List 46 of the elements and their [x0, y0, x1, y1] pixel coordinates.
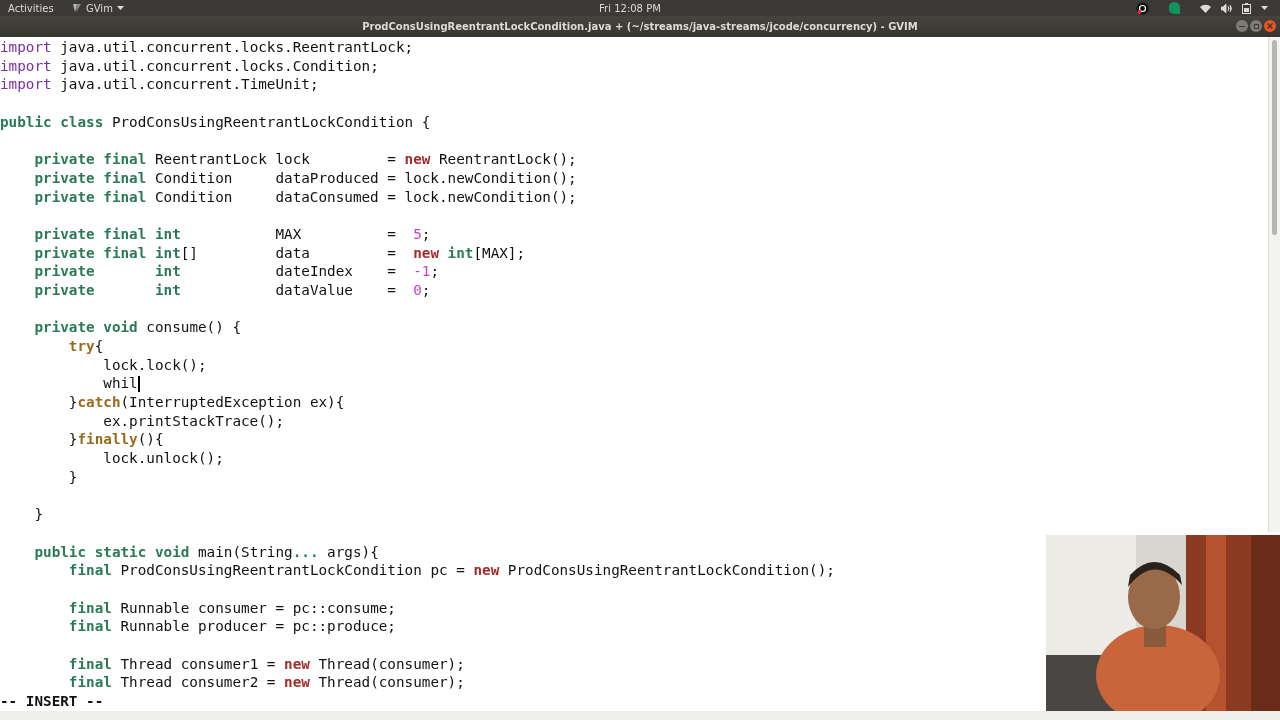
code-line: private int dataValue = 0;	[33, 280, 431, 300]
code-line: }	[67, 467, 78, 487]
caret-icon	[116, 5, 124, 11]
code-line: final Thread consumer1 = new Thread(consumer);	[67, 654, 465, 674]
code-line: public static void main(String... args){	[33, 542, 379, 562]
minimize-button[interactable]	[1236, 20, 1248, 32]
code-line: try{	[67, 337, 104, 356]
close-icon	[1267, 23, 1273, 29]
code-line: final ProdConsUsingReentrantLockCondition pc = new ProdConsUsingReentrantLockCondition();	[67, 561, 835, 580]
vim-logo-icon	[72, 3, 82, 13]
code-line: final Runnable consumer = pc::consume;	[67, 598, 396, 618]
code-line: private void consume() {	[33, 318, 242, 337]
code-line: final Thread consumer2 = new Thread(consumer);	[67, 673, 465, 693]
code-line: private final int MAX = 5;	[33, 224, 431, 244]
maximize-button[interactable]	[1250, 20, 1262, 32]
activities-button[interactable]: Activities	[8, 0, 68, 16]
code-line: lock.unlock();	[102, 449, 224, 468]
code-line: import java.util.concurrent.locks.Condition;	[0, 56, 379, 76]
code-line: lock.lock();	[102, 355, 207, 375]
code-line: import java.util.concurrent.locks.ReentrantLock;	[0, 38, 414, 57]
code-line: public class ProdConsUsingReentrantLockCondition {	[0, 112, 431, 132]
code-line: }finally(){	[67, 430, 164, 450]
app-menu[interactable]: GVim	[72, 0, 124, 16]
mode-line: -- INSERT --	[0, 692, 104, 711]
code-line: }catch(InterruptedException ex){	[67, 393, 345, 412]
scrollbar[interactable]	[1268, 37, 1280, 532]
window-title: ProdConsUsingReentrantLockCondition.java + (~/streams/java-streams/jcode/concurrency) - GVIM	[362, 20, 918, 34]
code-line: private final ReentrantLock lock = new ReentrantLock();	[33, 150, 577, 169]
close-button[interactable]	[1264, 20, 1276, 32]
clock[interactable]: Fri 12:08 PM	[599, 0, 661, 16]
scrollbar-thumb[interactable]	[1272, 40, 1277, 235]
code-line: private final int[] data = new int[MAX];	[33, 243, 526, 263]
code-line: ex.printStackTrace();	[102, 411, 285, 431]
battery-icon[interactable]	[1242, 2, 1251, 14]
code-line: final Runnable producer = pc::produce;	[67, 617, 396, 636]
volume-icon[interactable]	[1221, 3, 1232, 13]
code-line: private int dateIndex = -1;	[33, 262, 439, 281]
code-line: private final Condition dataConsumed = lock.newCondition();	[33, 187, 577, 207]
code-line: import java.util.concurrent.TimeUnit;	[0, 75, 319, 95]
code-line: }	[33, 505, 44, 524]
caret-icon[interactable]	[1261, 5, 1268, 11]
code-line: whil	[102, 374, 140, 394]
code-line: private final Condition dataProduced = lock.newCondition();	[33, 168, 577, 188]
record-icon[interactable]	[1136, 1, 1149, 15]
text-cursor	[137, 376, 140, 393]
wifi-icon[interactable]	[1200, 3, 1211, 13]
